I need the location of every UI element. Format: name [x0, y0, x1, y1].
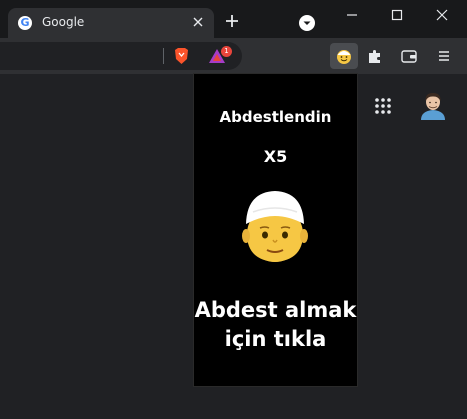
- tab-google[interactable]: G Google: [8, 8, 214, 38]
- minimize-icon[interactable]: [337, 4, 367, 26]
- man-with-cap-emoji-icon: [242, 191, 308, 262]
- google-favicon-icon: G: [18, 16, 32, 30]
- rewards-badge: 1: [221, 46, 232, 57]
- smiling-face-icon[interactable]: [335, 47, 353, 65]
- address-bar[interactable]: [0, 42, 242, 70]
- toolbar: 1: [0, 38, 467, 74]
- wallet-icon[interactable]: [401, 49, 417, 63]
- take-ablution-button[interactable]: Abdest almak için tıkla: [194, 296, 357, 354]
- hamburger-menu-icon[interactable]: [437, 49, 451, 63]
- brave-shield-icon[interactable]: [173, 47, 190, 65]
- new-tab-icon[interactable]: [225, 14, 239, 28]
- puzzle-icon[interactable]: [367, 48, 383, 64]
- action-line-2: için tıkla: [224, 327, 327, 351]
- action-line-1: Abdest almak: [194, 298, 357, 322]
- close-window-icon[interactable]: [427, 4, 457, 26]
- ablution-count: X5: [263, 147, 288, 166]
- tab-title: Google: [42, 15, 85, 29]
- browser-window: G Google 1 Abdestlendin X5 Abdest almak …: [0, 0, 467, 419]
- toolbar-divider: [163, 48, 164, 64]
- apps-grid-icon[interactable]: [374, 97, 392, 115]
- maximize-icon[interactable]: [382, 4, 412, 26]
- tab-close-icon[interactable]: [190, 14, 206, 30]
- tab-search-icon[interactable]: [298, 14, 316, 32]
- tab-strip: G Google: [0, 0, 467, 38]
- user-avatar-icon[interactable]: [419, 90, 447, 120]
- popup-title: Abdestlendin: [219, 108, 332, 126]
- extension-popup: Abdestlendin X5 Abdest almak için tıkla: [194, 74, 357, 386]
